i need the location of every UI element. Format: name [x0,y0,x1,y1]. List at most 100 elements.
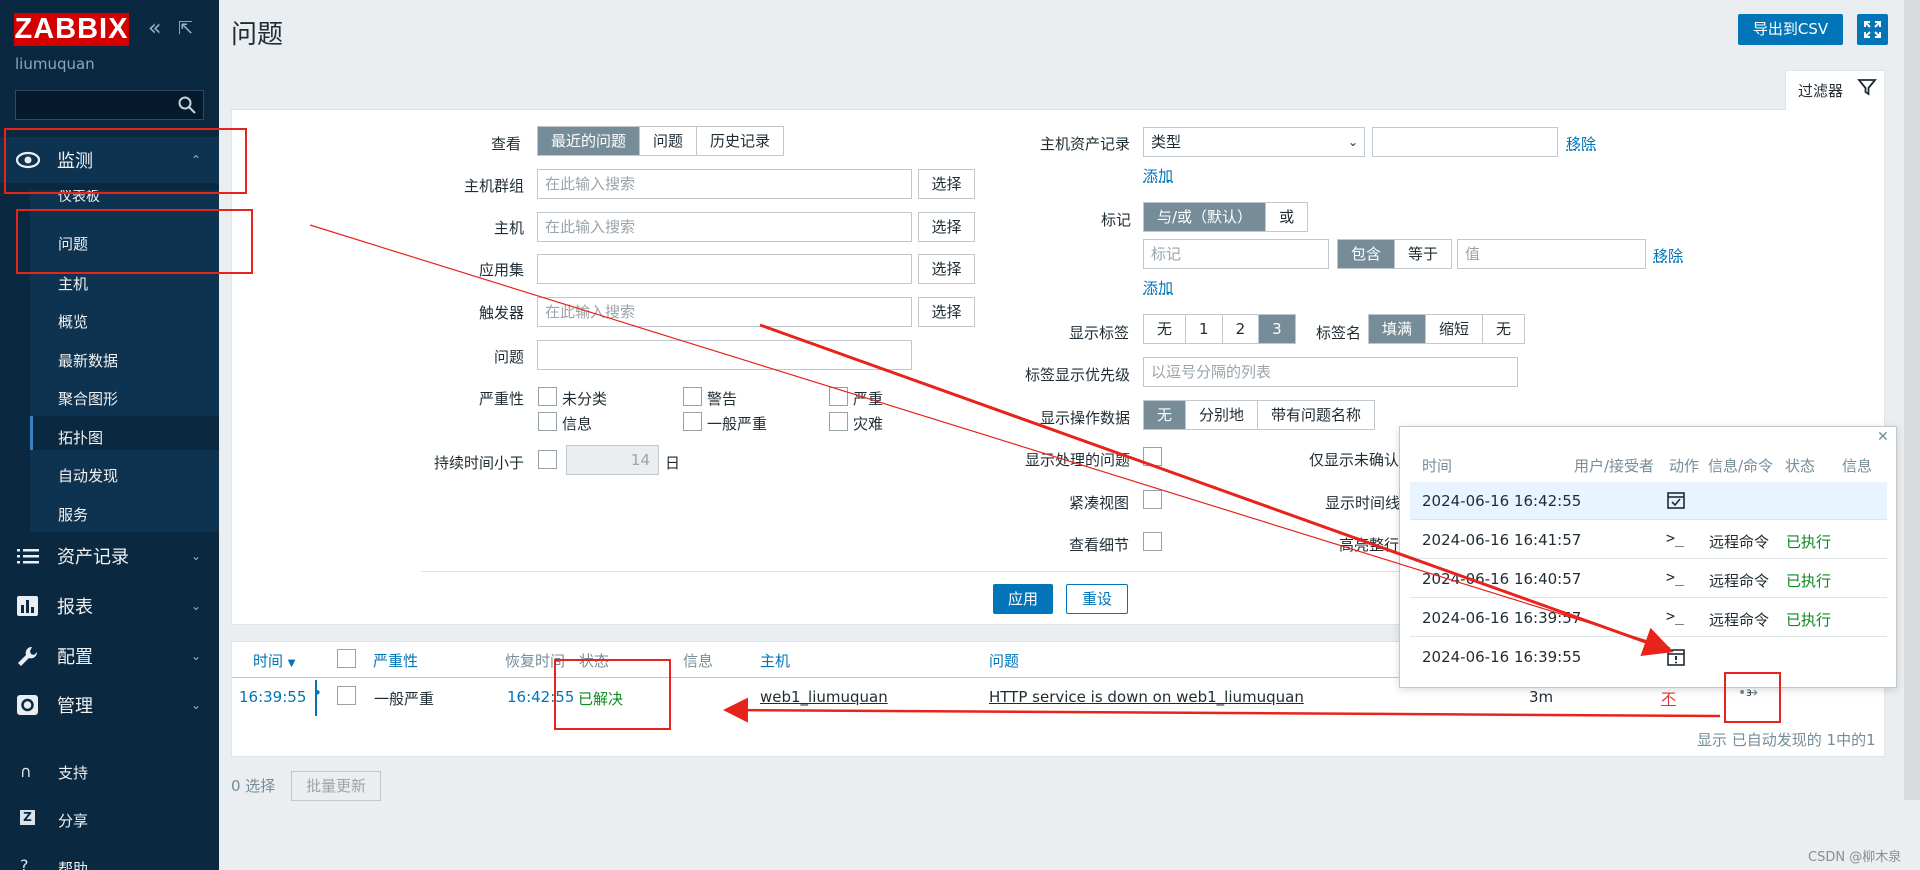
tag-operator-segmented[interactable]: 包含 等于 [1337,239,1453,269]
pop-th-user: 用户/接受者 [1574,457,1655,475]
sub-item-maps[interactable]: 拓扑图 [58,427,103,448]
inventory-add-link[interactable]: 添加 [1143,165,1173,186]
show-option-problems[interactable]: 问题 [640,127,698,155]
reset-button[interactable]: 重设 [1066,584,1128,614]
tag-name-short[interactable]: 缩短 [1426,315,1484,343]
show-tags-segmented[interactable]: 无 1 2 3 [1143,314,1296,344]
show-tags-2[interactable]: 2 [1222,315,1260,343]
page-scrollbar[interactable] [1904,0,1920,800]
hostgroup-input[interactable]: 在此输入搜索 [537,169,912,199]
suppressed-checkbox[interactable] [1143,447,1162,466]
severity-warning-checkbox[interactable] [683,387,702,406]
tag-op-contains[interactable]: 包含 [1338,240,1396,268]
filter-tab[interactable]: 过滤器 [1785,70,1885,110]
tag-value-input[interactable]: 值 [1457,239,1646,269]
tag-remove-link[interactable]: 移除 [1653,245,1683,266]
op-data-none[interactable]: 无 [1144,401,1187,429]
host-input[interactable]: 在此输入搜索 [537,212,912,242]
severity-information-checkbox[interactable] [538,412,557,431]
tags-eval-or[interactable]: 或 [1266,203,1308,231]
kiosk-mode-icon[interactable]: ⇱ [178,16,193,42]
nav-help[interactable]: ? 帮助 [0,856,219,870]
severity-high-checkbox[interactable] [829,387,848,406]
nav-share[interactable]: Z 分享 [0,810,219,844]
th-host[interactable]: 主机 [760,650,790,671]
row-problem-link[interactable]: HTTP service is down on web1_liumuquan [989,688,1304,706]
severity-average-checkbox[interactable] [683,412,702,431]
sub-item-hosts[interactable]: 主机 [58,273,88,294]
terminal-icon: >_ [1666,607,1685,625]
trigger-select-button[interactable]: 选择 [918,297,975,327]
tag-add-link[interactable]: 添加 [1143,277,1173,298]
show-tags-none[interactable]: 无 [1144,315,1187,343]
nav-configuration[interactable]: 配置 ⌄ [0,633,219,679]
host-select-button[interactable]: 选择 [918,212,975,242]
sub-item-overview[interactable]: 概览 [58,311,88,332]
search-icon[interactable] [177,95,197,115]
row-checkbox[interactable] [337,686,356,705]
show-option-recent[interactable]: 最近的问题 [538,127,641,155]
sub-item-discovery[interactable]: 自动发现 [58,465,118,486]
th-severity[interactable]: 严重性 [373,650,418,671]
fullscreen-button[interactable] [1857,14,1888,45]
sub-item-latest-data[interactable]: 最新数据 [58,350,118,371]
trigger-input[interactable]: 在此输入搜索 [537,297,912,327]
application-input[interactable] [537,254,912,284]
inventory-type-select[interactable]: 类型 ⌄ [1143,127,1365,157]
tag-op-equals[interactable]: 等于 [1395,240,1452,268]
details-checkbox[interactable] [1143,532,1162,551]
severity-disaster-checkbox[interactable] [829,412,848,431]
show-tags-1[interactable]: 1 [1186,315,1223,343]
zabbix-logo[interactable]: ZABBIX [14,13,129,46]
show-segmented[interactable]: 最近的问题 问题 历史记录 [537,126,785,156]
sub-item-services[interactable]: 服务 [58,504,88,525]
sub-item-screens[interactable]: 聚合图形 [58,388,118,409]
inventory-type-value: 类型 [1151,133,1182,151]
select-all-checkbox[interactable] [337,649,356,668]
nav-share-label: 分享 [58,812,89,830]
nav-administration[interactable]: 管理 ⌄ [0,682,219,728]
op-data-segmented[interactable]: 无 分别地 带有问题名称 [1143,400,1376,430]
tag-name-format-segmented[interactable]: 填满 缩短 无 [1368,314,1526,344]
show-option-history[interactable]: 历史记录 [697,127,784,155]
tag-priority-input[interactable]: 以逗号分隔的列表 [1143,357,1518,387]
duration-input[interactable]: 14 [566,445,659,475]
application-select-button[interactable]: 选择 [918,254,975,284]
severity-not-classified-checkbox[interactable] [538,387,557,406]
problem-input[interactable] [537,340,912,370]
th-time[interactable]: 时间 ▼ [253,650,296,671]
trigger-label: 触发器 [479,304,525,322]
row-ack-link[interactable]: 不 [1661,688,1676,709]
compact-checkbox[interactable] [1143,490,1162,509]
row-host-link[interactable]: web1_liumuquan [760,688,888,706]
tag-name-none[interactable]: 无 [1483,315,1525,343]
problem-label: 问题 [494,348,525,366]
mass-update-button[interactable]: 批量更新 [291,771,381,801]
details-label: 查看细节 [1069,536,1130,554]
op-data-separately[interactable]: 分别地 [1186,401,1259,429]
close-icon[interactable]: ✕ [1877,429,1889,445]
duration-checkbox[interactable] [538,450,557,469]
hostgroup-select-button[interactable]: 选择 [918,169,975,199]
tags-eval-segmented[interactable]: 与/或（默认） 或 [1143,202,1309,232]
sidebar-search-input[interactable] [15,90,204,120]
collapse-sidebar-icon[interactable]: « [148,16,161,42]
inventory-remove-link[interactable]: 移除 [1566,133,1596,154]
apply-button[interactable]: 应用 [993,584,1053,614]
tag-name-full[interactable]: 填满 [1369,315,1427,343]
export-csv-button[interactable]: 导出到CSV [1738,14,1843,45]
row-time[interactable]: 16:39:55 [239,688,306,706]
severity-warning-label: 警告 [707,390,738,408]
inventory-value-input[interactable] [1372,127,1558,157]
th-problem[interactable]: 问题 [989,650,1019,671]
nav-inventory[interactable]: 资产记录 ⌄ [0,533,219,579]
show-tags-3[interactable]: 3 [1259,315,1295,343]
pop-row: 2024-06-16 16:39:57 >_ 远程命令 已执行 [1410,599,1887,637]
chevron-down-icon: ⌄ [190,599,201,613]
host-label: 主机 [494,219,525,237]
tags-eval-and-or[interactable]: 与/或（默认） [1144,203,1267,231]
nav-support[interactable]: ∩ 支持 [0,760,219,794]
tag-name-input[interactable]: 标记 [1143,239,1329,269]
nav-reports[interactable]: 报表 ⌄ [0,583,219,629]
op-data-with-name[interactable]: 带有问题名称 [1258,401,1375,429]
